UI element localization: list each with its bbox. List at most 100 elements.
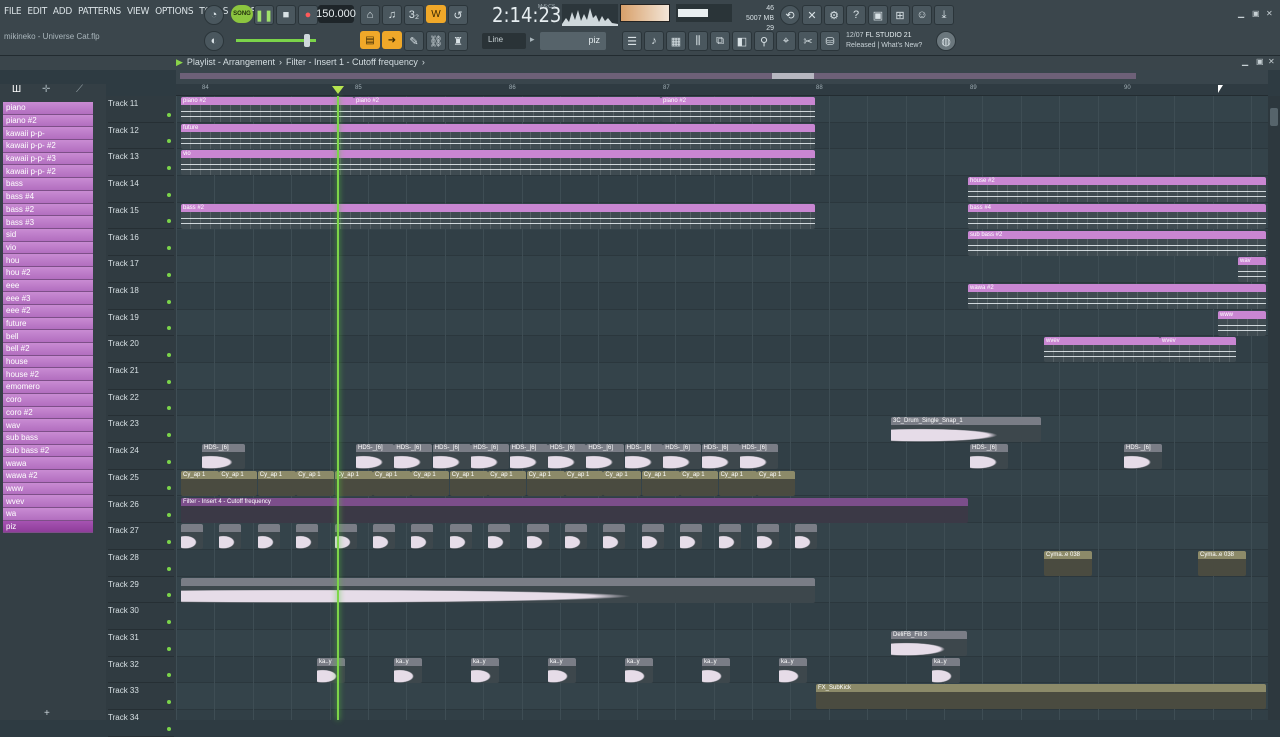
pattern-item[interactable]: bass: [3, 178, 93, 191]
track-active-led[interactable]: [167, 352, 171, 357]
track-header[interactable]: Track 15: [108, 203, 174, 230]
clip[interactable]: [718, 524, 741, 550]
clip[interactable]: bass #4: [968, 203, 1266, 229]
minimize-icon[interactable]: ▁: [1238, 9, 1244, 18]
typing-keyboard-icon[interactable]: ⌂: [360, 5, 380, 25]
help-icon[interactable]: ?: [846, 5, 866, 25]
clip[interactable]: ka..y: [394, 657, 422, 683]
track-row[interactable]: [176, 630, 1268, 657]
tempo-display[interactable]: 150.000: [316, 5, 356, 23]
clip[interactable]: HDS-_[6]: [701, 444, 740, 470]
clip[interactable]: HDS-_[6]: [624, 444, 663, 470]
scissors-icon[interactable]: ✂: [798, 31, 818, 51]
pattern-item[interactable]: house #2: [3, 368, 93, 382]
clip[interactable]: [680, 524, 703, 550]
clip[interactable]: HDS-_[6]: [970, 444, 1008, 470]
pattern-item[interactable]: house: [3, 355, 93, 369]
cpu-icon[interactable]: ⚙: [824, 5, 844, 25]
track-active-led[interactable]: [167, 459, 171, 464]
playhead-marker[interactable]: [332, 86, 344, 94]
track-row[interactable]: [176, 256, 1268, 283]
track-header[interactable]: Track 21: [108, 363, 174, 390]
track-header[interactable]: Track 28: [108, 550, 174, 577]
clip[interactable]: Cy_ap 1: [334, 470, 373, 496]
track-active-led[interactable]: [167, 433, 171, 438]
mixer-link-icon[interactable]: ✕: [802, 5, 822, 25]
history-icon[interactable]: ⟲: [780, 5, 800, 25]
track-active-led[interactable]: [167, 219, 171, 224]
wait-input-icon[interactable]: W: [426, 5, 446, 23]
track-header[interactable]: Track 31: [108, 630, 174, 657]
pattern-item[interactable]: wawa: [3, 457, 93, 470]
clip[interactable]: piano #2: [354, 97, 661, 122]
track-header[interactable]: Track 13: [108, 149, 174, 177]
track-row[interactable]: [176, 310, 1268, 337]
clip[interactable]: wawa #2: [968, 283, 1266, 309]
clip[interactable]: piano #2: [661, 97, 815, 122]
pattern-item[interactable]: eee: [3, 279, 93, 293]
breadcrumb-automation[interactable]: Filter - Insert 1 - Cutoff frequency: [286, 57, 418, 68]
playlist-icon[interactable]: ☰: [622, 31, 642, 51]
pattern-item[interactable]: piano #2: [3, 114, 93, 128]
playlist-maximize-icon[interactable]: ▣: [1256, 57, 1264, 66]
pattern-item[interactable]: kawaii p-p-: [3, 127, 93, 141]
menu-edit[interactable]: EDIT: [27, 6, 47, 17]
clip[interactable]: ka..y: [317, 657, 345, 683]
clip[interactable]: vio: [181, 150, 815, 176]
playlist-grid[interactable]: piano #2 piano #2 piano #2 future vio house #…: [176, 96, 1268, 720]
clip[interactable]: HDS-_[6]: [663, 444, 702, 470]
clip[interactable]: Cy_ap 1: [411, 470, 450, 496]
track-active-led[interactable]: [167, 619, 171, 624]
pattern-item[interactable]: piz: [3, 520, 93, 534]
track-active-led[interactable]: [167, 646, 171, 651]
pattern-item[interactable]: kawaii p-p- #2: [3, 140, 93, 153]
track-header[interactable]: Track 19: [108, 310, 174, 337]
pattern-item[interactable]: eee #2: [3, 305, 93, 318]
clip[interactable]: [795, 524, 818, 550]
clip[interactable]: Cy_ap 1: [641, 470, 680, 496]
track-row[interactable]: [176, 710, 1268, 720]
track-header[interactable]: Track 20: [108, 336, 174, 363]
clip[interactable]: HDS-_[6]: [202, 444, 245, 470]
piano-roll-icon[interactable]: ♪: [644, 31, 664, 51]
track-header[interactable]: Track 11: [108, 96, 174, 123]
globe-icon[interactable]: ◍: [936, 31, 956, 51]
menu-file[interactable]: FILE: [4, 6, 22, 17]
loop-record-icon[interactable]: ↺: [448, 5, 468, 25]
pattern-item[interactable]: sub bass: [3, 431, 93, 445]
clip[interactable]: ka..y: [702, 657, 730, 683]
midi-icon[interactable]: ⊞: [890, 5, 910, 25]
clip[interactable]: [411, 524, 434, 550]
clip[interactable]: HDS-_[6]: [471, 444, 510, 470]
pattern-item[interactable]: piano: [3, 102, 93, 115]
clip[interactable]: Cy_ap 1: [603, 470, 642, 496]
clip[interactable]: Cy_ap 1: [488, 470, 527, 496]
clip[interactable]: Cy_ap 1: [680, 470, 719, 496]
track-active-led[interactable]: [167, 539, 171, 544]
pattern-tab-icon[interactable]: Ш: [12, 84, 21, 95]
stop-icon[interactable]: ■: [276, 5, 296, 25]
clip[interactable]: HDS-_[6]: [356, 444, 394, 470]
play-icon[interactable]: ▶: [176, 57, 183, 68]
pattern-item[interactable]: www: [3, 482, 93, 496]
clip[interactable]: [488, 524, 511, 550]
clip[interactable]: wvev: [1044, 337, 1160, 363]
clip[interactable]: Cy_ap 1: [565, 470, 603, 496]
channel-rack-icon[interactable]: ▦: [666, 31, 686, 51]
vertical-scrollbar[interactable]: [1268, 96, 1280, 720]
pause-icon[interactable]: ❚❚: [254, 5, 274, 25]
pattern-item[interactable]: kawaii p-p- #3: [3, 152, 93, 166]
pattern-item[interactable]: bell #2: [3, 343, 93, 356]
pattern-item[interactable]: bell: [3, 330, 93, 344]
track-active-led[interactable]: [167, 513, 171, 518]
track-header[interactable]: Track 16: [108, 230, 174, 257]
breadcrumb-playlist[interactable]: Playlist - Arrangement: [187, 57, 275, 68]
track-active-led[interactable]: [167, 166, 171, 171]
clip[interactable]: Cyma..e 038: [1198, 550, 1246, 576]
track-header[interactable]: Track 17: [108, 256, 174, 283]
track-row[interactable]: [176, 603, 1268, 630]
clip[interactable]: Cy_ap 1: [219, 470, 258, 496]
menu-patterns[interactable]: PATTERNS: [78, 6, 121, 17]
stamp-icon[interactable]: ♜: [448, 31, 468, 51]
pattern-item[interactable]: kawaii p-p- #2: [3, 165, 93, 179]
